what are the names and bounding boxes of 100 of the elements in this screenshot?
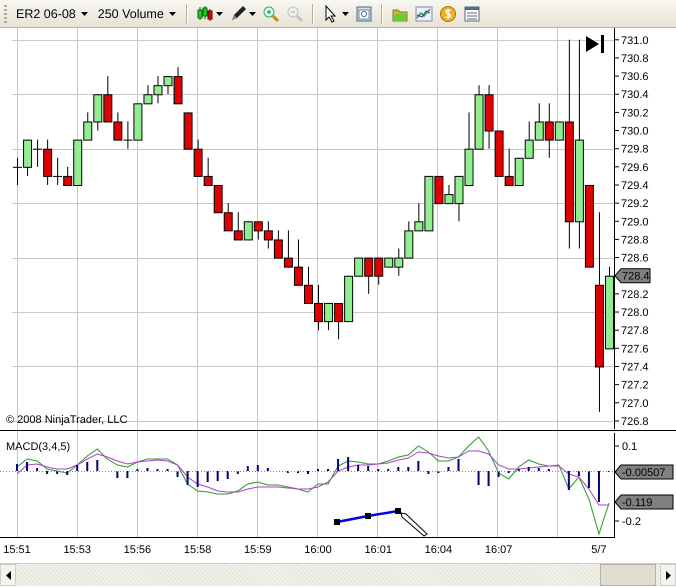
right-arrow-icon [666, 570, 670, 580]
macd-tick-label: -0.2 [622, 516, 641, 528]
candlestick [204, 157, 213, 186]
candlestick-icon [196, 4, 214, 22]
histogram-bar [86, 462, 88, 471]
macd-tick-label: 0.1 [622, 441, 638, 453]
histogram-bar [186, 471, 189, 485]
candlestick [23, 139, 32, 176]
histogram-bar [528, 467, 530, 471]
candlestick [334, 302, 344, 340]
macd-value-label: -0.00507 [614, 464, 674, 480]
price-tick-label: 729.4 [621, 180, 649, 192]
dropdown-button[interactable]: 250 Volume [94, 4, 180, 24]
candlestick [494, 130, 504, 177]
histogram-bar [76, 465, 78, 471]
dollar-coin-icon [438, 4, 457, 22]
histogram-bar [347, 457, 350, 471]
time-label: 15:51 [3, 544, 31, 556]
price-tick-label: 728.0 [621, 307, 649, 320]
histogram-bar [447, 467, 450, 471]
candlestick [484, 84, 494, 150]
histogram-bar [407, 467, 410, 471]
go-to-end-icon[interactable] [586, 35, 604, 53]
histogram-bar [578, 471, 580, 476]
price-tick-label: 731.0 [621, 34, 649, 47]
candlestick [474, 84, 484, 150]
histogram-bar [367, 466, 370, 471]
price-tick-label: 728.8 [621, 234, 649, 246]
time-label: 15:59 [244, 544, 272, 556]
histogram-bar [66, 471, 68, 475]
histogram-bar [46, 471, 48, 474]
price-tick-label: 729.2 [621, 198, 649, 210]
candlestick [93, 94, 102, 132]
histogram-bar [36, 468, 38, 471]
zoom-out-icon [286, 4, 304, 22]
candlestick [12, 157, 23, 186]
histogram-bar [236, 471, 239, 474]
caret-icon [216, 12, 223, 16]
price-tick-label: 727.4 [621, 361, 649, 374]
histogram-bar [588, 471, 590, 488]
histogram-bar [16, 464, 18, 471]
list-icon [462, 4, 481, 22]
time-label: 16:01 [364, 544, 392, 556]
candlestick [214, 184, 223, 214]
histogram-bar [56, 471, 58, 474]
candlestick [404, 220, 414, 259]
histogram-bar [397, 467, 400, 471]
price-tick-label: 730.6 [621, 71, 649, 84]
scrollbar-thumb[interactable] [600, 564, 656, 586]
properties-icon [354, 4, 373, 22]
price-tick-label: 730.8 [621, 52, 649, 65]
histogram-bar [598, 471, 600, 502]
caret-icon [342, 12, 349, 16]
histogram-bar [246, 466, 249, 471]
time-label: 16:04 [424, 544, 452, 556]
histogram-bar [538, 468, 540, 471]
histogram-bar [417, 461, 420, 471]
time-label: 16:00 [304, 544, 332, 556]
histogram-bar [357, 465, 360, 471]
histogram-bar [96, 460, 98, 471]
histogram-bar [498, 471, 500, 477]
scroll-right-button[interactable] [660, 564, 676, 586]
price-tick-label: 728.6 [621, 252, 649, 265]
histogram-bar [568, 471, 570, 490]
price-tick-label: 729.0 [621, 216, 649, 228]
histogram-bar [126, 471, 128, 478]
histogram-bar [488, 471, 490, 486]
price-tick-label: 730.0 [621, 126, 649, 138]
histogram-bar [427, 471, 430, 474]
zoom-in-icon [262, 4, 280, 22]
histogram-bar [457, 459, 460, 471]
time-label: 15:53 [63, 544, 91, 556]
scroll-left-button[interactable] [0, 564, 16, 586]
line-chart-icon [414, 4, 433, 22]
candlestick [524, 120, 534, 159]
candlestick [274, 230, 283, 259]
time-label: 5/7 [591, 544, 607, 556]
price-tick-label: 727.6 [621, 343, 649, 356]
dropdown-button[interactable]: ER2 06-08 [12, 4, 92, 24]
last-price-label: 728.4 [614, 268, 650, 284]
left-arrow-icon [6, 570, 10, 580]
histogram-bar [216, 471, 219, 481]
candlestick [294, 238, 303, 286]
histogram-bar [226, 471, 229, 479]
histogram-bar [116, 471, 118, 478]
candlestick [304, 266, 313, 304]
candlestick [284, 230, 293, 268]
candlestick [504, 148, 514, 186]
price-tick-label: 729.6 [621, 162, 649, 174]
price-tick-label: 730.4 [621, 89, 649, 102]
caret-icon [248, 12, 256, 16]
histogram-bar [206, 471, 209, 482]
histogram-bar [266, 468, 269, 471]
histogram-bar [478, 471, 480, 485]
histogram-bar [26, 462, 28, 471]
price-tick-label: 727.2 [621, 380, 649, 392]
histogram-bar [196, 471, 199, 487]
histogram-bar [146, 468, 148, 471]
candlestick [514, 157, 524, 186]
histogram-bar [306, 471, 309, 474]
